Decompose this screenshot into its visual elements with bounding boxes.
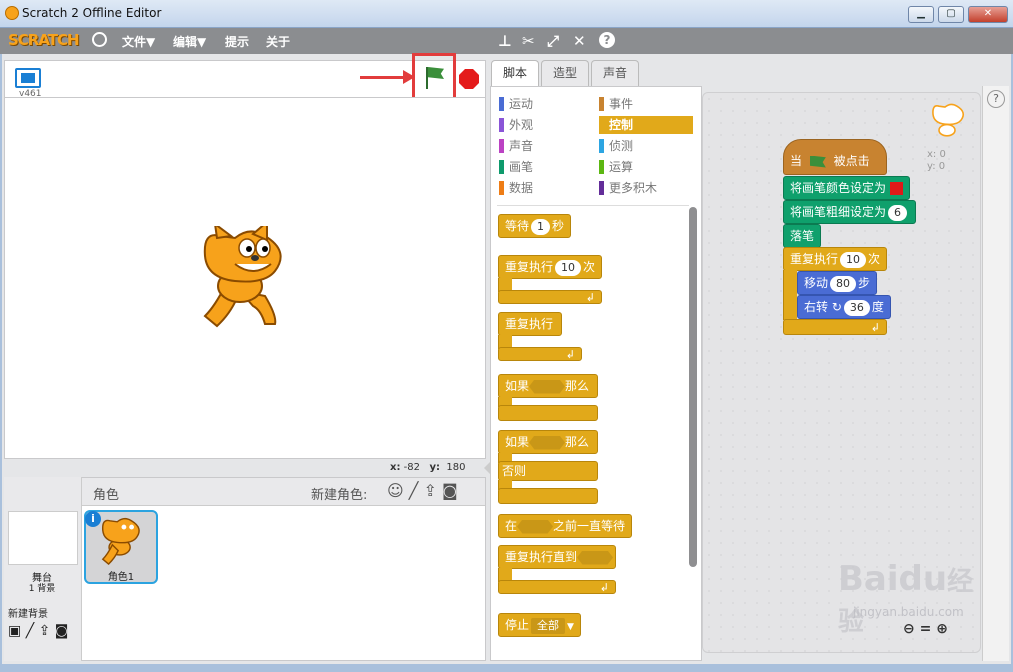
camera-backdrop-icon[interactable]: ◙: [55, 623, 69, 639]
mouse-coordinates: x: -82 y: 180: [390, 462, 466, 473]
zoom-controls: ⊖ = ⊕: [903, 621, 948, 637]
new-sprite-label: 新建角色:: [311, 488, 368, 503]
sprite-thumbnail-cat-icon: [101, 517, 140, 565]
scratch-logo[interactable]: SCRATCH: [8, 31, 80, 49]
sprite-tile-selected[interactable]: i 角色1: [84, 510, 158, 584]
block-when-flag-clicked[interactable]: 当 被点击: [783, 139, 887, 175]
block-if-else[interactable]: 如果 那么: [498, 430, 598, 454]
paint-backdrop-icon[interactable]: ▣: [8, 623, 21, 639]
menu-edit[interactable]: 编辑▼: [173, 33, 206, 50]
block-repeat[interactable]: 重复执行 10 次: [498, 255, 602, 279]
block-pen-down[interactable]: 落笔: [783, 224, 822, 248]
close-button[interactable]: ✕: [968, 6, 1008, 23]
category-data[interactable]: 数据: [499, 179, 533, 197]
stage-thumbnail[interactable]: [8, 511, 78, 565]
block-move-steps[interactable]: 移动 80 步: [797, 271, 878, 295]
block-turn-right[interactable]: 右转 ↻ 36 度: [797, 295, 891, 319]
sprite-x-readout: x: 0: [927, 149, 946, 160]
camera-sprite-icon[interactable]: ◙: [442, 481, 458, 500]
paint-sprite-icon[interactable]: ╱: [409, 481, 419, 500]
backdrop-tools: ▣ ╱ ⇪ ◙: [8, 623, 68, 639]
sprite-header: 角色 新建角色: ☺ ╱ ⇪ ◙: [82, 478, 485, 506]
scripts-area[interactable]: x: 0 y: 0 当 被点击 将画笔颜色设定为 将画笔粗细设定为 6 落笔 重复…: [702, 92, 981, 653]
category-control[interactable]: 控制: [599, 116, 693, 134]
category-sound[interactable]: 声音: [499, 137, 533, 155]
zoom-reset-icon[interactable]: =: [920, 621, 932, 637]
upload-backdrop-icon[interactable]: ⇪: [39, 623, 51, 639]
palette-scrollbar[interactable]: [689, 207, 697, 567]
block-set-pen-size[interactable]: 将画笔粗细设定为 6: [783, 200, 917, 224]
help-column: ?: [982, 86, 1009, 661]
stop-sign-icon[interactable]: [459, 69, 479, 89]
duplicate-stamp-icon[interactable]: ⊥: [498, 32, 512, 50]
menu-about[interactable]: 关于: [266, 33, 290, 50]
stage-column: 舞台 1 背景 新建背景 ▣ ╱ ⇪ ◙: [4, 477, 82, 661]
help-icon[interactable]: ?: [599, 32, 615, 48]
zoom-out-icon[interactable]: ⊖: [903, 621, 915, 637]
category-pen[interactable]: 画笔: [499, 158, 533, 176]
watermark-url: jingyan.baidu.com: [853, 605, 964, 619]
category-motion[interactable]: 运动: [499, 95, 533, 113]
shrink-icon[interactable]: ✕: [573, 32, 586, 50]
category-operators[interactable]: 运算: [599, 158, 633, 176]
category-sensing[interactable]: 侦测: [599, 137, 633, 155]
maximize-button[interactable]: ▢: [938, 6, 964, 23]
upload-sprite-icon[interactable]: ⇪: [424, 481, 437, 500]
block-palette: 运动 外观 声音 画笔 数据 事件 控制 侦测 运算 更多积木 等待 1 秒 重复执…: [490, 86, 702, 661]
sprite-library-icon[interactable]: ☺: [387, 481, 404, 500]
scratch-cat-app-icon: [5, 6, 19, 20]
category-looks[interactable]: 外观: [499, 116, 533, 134]
block-stop[interactable]: 停止 全部 ▼: [498, 613, 581, 637]
delete-scissors-icon[interactable]: ✂: [522, 32, 535, 50]
green-flag-icon: [809, 155, 826, 168]
menu-bar: SCRATCH 文件▼ 编辑▼ 提示 关于 ⊥ ✂ ⤢ ✕ ?: [0, 28, 1013, 54]
green-flag-icon[interactable]: [426, 67, 444, 89]
sprite-y-readout: y: 0: [927, 161, 946, 172]
current-sprite-cat-icon: [932, 103, 965, 137]
new-backdrop-label: 新建背景: [8, 609, 48, 620]
grow-icon[interactable]: ⤢: [547, 32, 559, 50]
block-set-pen-color[interactable]: 将画笔颜色设定为: [783, 176, 911, 200]
app-window: Scratch 2 Offline Editor ▁ ▢ ✕ SCRATCH 文…: [0, 0, 1013, 672]
help-icon[interactable]: ?: [987, 90, 1005, 108]
scratch-cat-sprite[interactable]: [195, 226, 295, 330]
block-forever[interactable]: 重复执行: [498, 312, 562, 336]
sprite-section-title: 角色: [93, 488, 120, 503]
title-bar: Scratch 2 Offline Editor ▁ ▢ ✕: [0, 0, 1013, 28]
block-repeat-loop[interactable]: 重复执行 10 次: [783, 247, 887, 271]
zoom-in-icon[interactable]: ⊕: [936, 621, 948, 637]
category-more-blocks[interactable]: 更多积木: [599, 179, 657, 197]
pen-color-swatch[interactable]: [890, 182, 904, 195]
window-title: Scratch 2 Offline Editor: [22, 6, 162, 20]
rotate-clockwise-icon: ↻: [831, 300, 842, 314]
stage-canvas[interactable]: [4, 97, 486, 459]
draw-backdrop-icon[interactable]: ╱: [26, 623, 34, 639]
block-wait[interactable]: 等待 1 秒: [498, 214, 572, 238]
else-label: 否则: [498, 461, 598, 481]
new-sprite-tools: ☺ ╱ ⇪ ◙: [387, 481, 458, 500]
block-repeat-until[interactable]: 重复执行直到: [498, 545, 616, 569]
minimize-button[interactable]: ▁: [908, 6, 934, 23]
block-if-then[interactable]: 如果 那么: [498, 374, 598, 398]
tab-costumes[interactable]: 造型: [541, 60, 589, 86]
stage-header: v461: [4, 53, 486, 100]
menu-tips[interactable]: 提示: [225, 33, 249, 50]
menu-file[interactable]: 文件▼: [122, 33, 155, 50]
fullscreen-icon[interactable]: [15, 68, 41, 88]
backdrop-count: 1 背景: [28, 584, 56, 594]
globe-icon[interactable]: [92, 32, 107, 47]
sprite-name: 角色1: [107, 572, 135, 583]
tab-scripts[interactable]: 脚本: [491, 60, 539, 86]
tab-sounds[interactable]: 声音: [591, 60, 639, 86]
category-events[interactable]: 事件: [599, 95, 693, 113]
block-wait-until[interactable]: 在之前一直等待: [498, 514, 633, 538]
